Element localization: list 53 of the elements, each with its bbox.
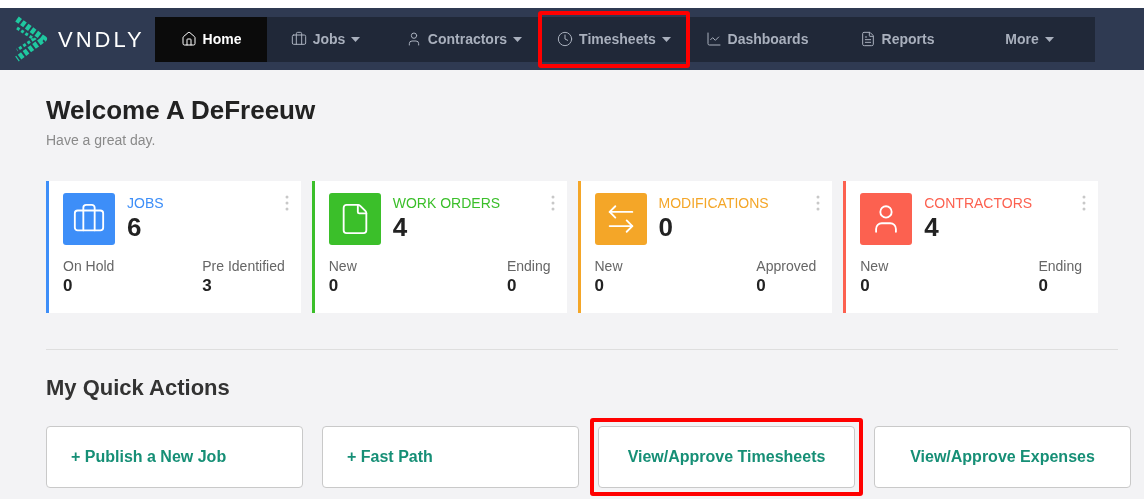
stat-value: 0 [756,275,767,297]
stat-value: 0 [328,275,340,297]
card-count: 4 [924,212,940,242]
caret-icon [661,36,671,42]
stat-label: Pre Identified [202,257,285,275]
welcome-subtitle: Have a great day. [46,131,157,150]
nav-tab[interactable]: Jobs [267,16,384,62]
quick-action-button[interactable]: + Fast Path [322,426,579,488]
stat-label: On Hold [63,257,115,275]
quick-action-button[interactable]: View/Approve Expenses [874,426,1131,488]
stat-label: Approved [756,257,817,275]
card-title: CONTRACTORS [924,194,1033,212]
document-icon [859,31,876,47]
caret-icon [513,36,523,42]
nav-tab[interactable]: Contractors [384,16,544,62]
stat-value: 0 [506,275,518,297]
more-options-icon[interactable] [550,195,555,211]
nav-tab[interactable]: Timesheets [544,16,684,62]
stat-label: New [594,257,623,275]
card-title: JOBS [127,194,164,212]
nav-tab[interactable]: Home [155,16,267,62]
card-count: 0 [658,212,674,242]
caret-icon [1044,36,1054,42]
caret-icon [351,36,361,42]
line-chart-icon [705,31,722,47]
stat-value: 3 [202,275,213,297]
quick-action-button[interactable]: View/Approve Timesheets [598,426,855,488]
card-count: 4 [392,212,409,242]
more-options-icon[interactable] [1082,195,1086,211]
nav-tab[interactable]: Dashboards [684,16,830,62]
home-icon [180,31,197,47]
more-options-icon[interactable] [284,195,289,211]
logo-icon [14,16,48,62]
stat-value: 0 [860,275,871,297]
more-options-icon[interactable] [816,195,821,211]
stat-value: 0 [1038,275,1049,297]
nav-tab[interactable]: Reports [830,16,964,62]
nav-tab[interactable]: More [964,16,1095,62]
brand-name: VNDLY [58,25,145,54]
clock-icon [557,31,574,47]
welcome-title: Welcome A DeFreeuw [46,94,317,126]
quick-action-button[interactable]: + Publish a New Job [46,426,303,488]
stat-label: New [860,257,889,275]
card-title: WORK ORDERS [392,194,501,212]
stat-label: Ending [506,257,551,275]
card-title: MODIFICATIONS [658,194,769,212]
stat-value: 0 [594,275,605,297]
stat-label: New [328,257,357,275]
card-count: 6 [127,212,143,242]
stat-label: Ending [1038,257,1082,275]
stat-value: 0 [63,275,74,297]
briefcase-icon [290,31,307,47]
section-title: My Quick Actions [46,374,231,402]
